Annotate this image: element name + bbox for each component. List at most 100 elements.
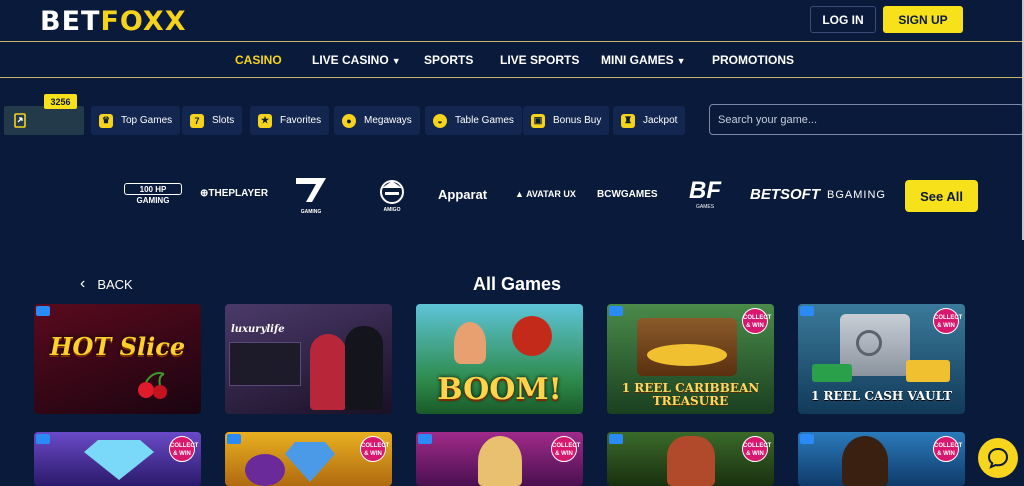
login-button[interactable]: LOG IN (810, 6, 876, 33)
flag-icon (36, 434, 50, 444)
vault-dial-icon (856, 330, 882, 356)
games-list-icon (14, 112, 26, 128)
provider-label: AMIGO (383, 207, 401, 213)
game-tile-woman-blue[interactable]: COLLECT & WIN (798, 432, 965, 486)
provider-7777-gaming[interactable]: GAMING (292, 176, 330, 216)
cash-stack (812, 364, 852, 382)
category-table-games[interactable]: ◒ Table Games (425, 106, 522, 135)
collect-win-badge: COLLECT & WIN (742, 436, 771, 462)
flag-icon (418, 434, 432, 444)
nav-promotions[interactable]: PROMOTIONS (712, 53, 794, 67)
provider-bcwgames[interactable]: BCWGAMES (597, 189, 658, 200)
game-tile-hot-slice[interactable]: HOT Slice (34, 304, 201, 414)
gold-coins (647, 344, 727, 366)
category-top-games[interactable]: ♛ Top Games (91, 106, 181, 135)
provider-amigo[interactable]: AMIGO (372, 178, 412, 214)
avatar-ux-icon: ▲ (515, 189, 527, 199)
category-bonus-buy[interactable]: ▣ Bonus Buy (523, 106, 610, 135)
category-label: Favorites (280, 115, 322, 126)
category-jackpot[interactable]: ♜ Jackpot (613, 106, 686, 135)
category-favorites[interactable]: ★ Favorites (250, 106, 330, 135)
game-title: HOT Slice (49, 332, 186, 361)
provider-label: GAMING (300, 209, 322, 215)
caret-down-icon: ▼ (391, 56, 401, 66)
pirate-woman-figure (454, 322, 486, 364)
provider-label: GAMES (695, 204, 715, 210)
category-label: Megaways (364, 115, 412, 126)
game-tile-diamond[interactable]: COLLECT & WIN (34, 432, 201, 486)
game-title: luxurylife (231, 324, 285, 335)
nav-live-sports-label: LIVE SPORTS (500, 53, 580, 67)
provider-bgaming[interactable]: BGAMING (827, 189, 886, 201)
collect-win-badge: COLLECT & WIN (551, 436, 580, 462)
game-title: 1 REEL CARIBBEAN TREASURE (621, 381, 760, 408)
nav-live-sports[interactable]: LIVE SPORTS (500, 53, 579, 67)
header: BETFOXX LOG IN SIGN UP (0, 0, 1024, 42)
bf-logo-icon: BF (689, 177, 721, 204)
cherry-icon (138, 372, 167, 399)
gift-icon: ▣ (531, 113, 545, 128)
game-tile-warrior[interactable]: COLLECT & WIN (607, 432, 774, 486)
nav-casino-label: CASINO (235, 53, 282, 67)
signup-button[interactable]: SIGN UP (883, 6, 963, 33)
warrior-figure (667, 436, 715, 486)
nav-sports[interactable]: SPORTS (424, 53, 473, 67)
provider-theplayer[interactable]: ⊕THEPLAYER (200, 188, 268, 199)
provider-avatar-ux[interactable]: ▲ AVATAR UX (515, 189, 576, 199)
amigo-logo-icon (380, 180, 404, 204)
pirate-figure (512, 316, 552, 356)
nav-mini-games-label: MINI GAMES (601, 53, 674, 67)
page-title: All Games (473, 274, 562, 294)
nav-live-casino[interactable]: LIVE CASINO ▼ (312, 53, 401, 67)
chat-bubble-icon (987, 447, 1009, 469)
nav-promotions-label: PROMOTIONS (712, 53, 795, 67)
man-figure (345, 326, 383, 410)
jackpot-icon: ♜ (621, 113, 635, 128)
see-all-providers-button[interactable]: See All (905, 180, 978, 212)
provider-betsoft[interactable]: BETSOFT (750, 186, 820, 203)
all-games-category[interactable] (4, 106, 84, 135)
game-tile-blonde[interactable]: COLLECT & WIN (416, 432, 583, 486)
collect-win-badge: COLLECT & WIN (169, 436, 198, 462)
collect-win-badge: COLLECT & WIN (742, 308, 771, 334)
game-tile-caribbean-treasure[interactable]: COLLECT & WIN 1 REEL CARIBBEAN TREASURE (607, 304, 774, 414)
provider-label: THEPLAYER (208, 188, 269, 199)
nav-live-casino-label: LIVE CASINO (312, 53, 389, 67)
game-tile-cash-vault[interactable]: COLLECT & WIN 1 REEL CASH VAULT (798, 304, 965, 414)
category-megaways[interactable]: ● Megaways (334, 106, 420, 135)
provider-apparat[interactable]: Apparat (438, 187, 487, 202)
chevron-left-icon: ‹ (80, 275, 86, 292)
reels-grid (229, 342, 301, 386)
provider-bf-games[interactable]: BF GAMES (680, 178, 730, 214)
woman-figure (478, 436, 522, 486)
back-button[interactable]: ‹ BACK (80, 275, 133, 293)
category-label: Table Games (455, 115, 514, 126)
seven-logo-icon (296, 178, 326, 202)
main-nav: CASINO LIVE CASINO ▼ SPORTS LIVE SPORTS M… (0, 43, 1024, 78)
table-games-icon: ◒ (433, 113, 447, 128)
betfoxx-logo[interactable]: BETFOXX (40, 6, 187, 37)
grapes-icon (245, 454, 285, 486)
game-title: 1 REEL CASH VAULT (811, 389, 952, 403)
collect-win-badge: COLLECT & WIN (933, 436, 962, 462)
logo-text-foxx: FOXX (100, 6, 187, 37)
gold-bars (906, 360, 950, 382)
games-count-badge: 3256 (44, 94, 77, 109)
search-input[interactable] (709, 104, 1024, 135)
game-tile-grapes[interactable]: COLLECT & WIN (225, 432, 392, 486)
back-label: BACK (97, 276, 133, 292)
category-label: Jackpot (643, 115, 678, 126)
nav-mini-games[interactable]: MINI GAMES ▼ (601, 53, 686, 67)
flag-icon (609, 434, 623, 444)
live-chat-button[interactable] (978, 438, 1018, 478)
nav-casino[interactable]: CASINO (235, 53, 282, 67)
game-tile-boom[interactable]: BOOM! (416, 304, 583, 414)
woman-figure (310, 334, 346, 410)
category-slots[interactable]: 7 Slots (182, 106, 243, 135)
category-label: Top Games (121, 115, 173, 126)
provider-100hp-gaming[interactable]: 100 HP GAMING (124, 183, 186, 209)
game-tile-luxurylife[interactable]: luxurylife (225, 304, 392, 414)
star-icon: ★ (258, 113, 272, 128)
megaways-icon: ● (342, 113, 356, 128)
slot-icon: 7 (190, 113, 204, 128)
